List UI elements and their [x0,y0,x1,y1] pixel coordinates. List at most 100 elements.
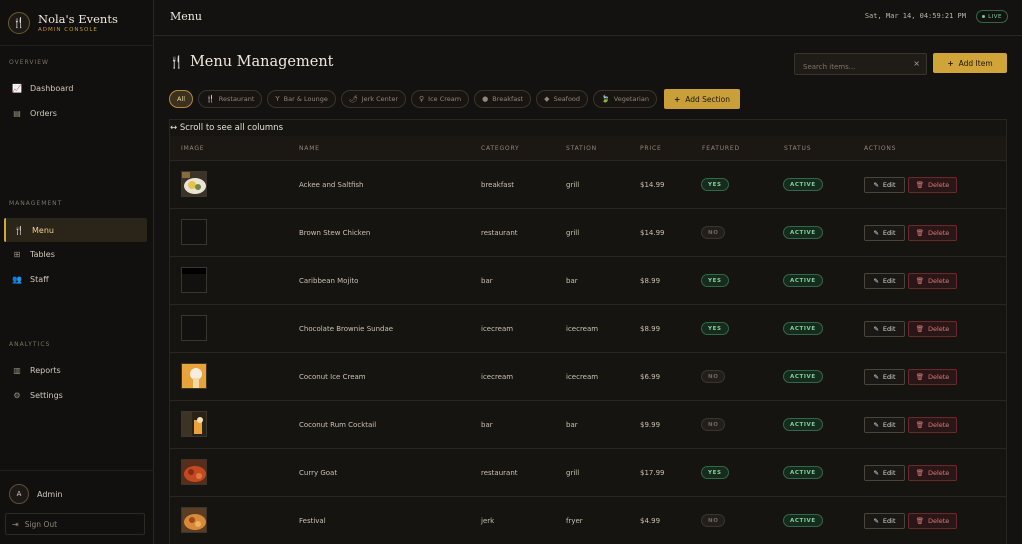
table-row[interactable]: Coconut Ice Cream icecream icecream $6.99 NO… [170,353,1006,401]
filter-chip-label: Ice Cream [428,95,462,103]
filter-chip-bar-lounge[interactable]: Y Bar & Lounge [267,90,336,108]
edit-icon: ✎ [873,517,879,525]
user-profile[interactable]: A Admin [9,484,63,504]
filter-chip-all[interactable]: All [169,90,194,108]
add-section-button[interactable]: + Add Section [663,89,741,109]
table-row[interactable]: Caribbean Mojito bar bar $8.99 YES ACTIVE ✎ Edi… [170,257,1006,305]
sidebar-item-menu[interactable]: 🍴 Menu [4,218,147,242]
delete-label: Delete [927,229,950,237]
edit-button[interactable]: ✎ Edit [864,225,905,241]
status-badge[interactable]: ACTIVE [783,466,823,479]
edit-button[interactable]: ✎ Edit [864,177,905,193]
sign-out-button[interactable]: ⇥ Sign Out [5,513,145,535]
delete-button[interactable]: 🗑 Delete [908,321,957,337]
utensils-icon: 🍴 [14,225,24,235]
featured-badge[interactable]: YES [701,178,729,191]
scroll-hint: ↔ Scroll to see all columns [170,123,284,133]
filter-chip-vegetarian[interactable]: 🍃 Vegetarian [593,90,657,108]
edit-button[interactable]: ✎ Edit [864,465,905,481]
filter-chip-seafood[interactable]: ◆ Seafood [536,90,589,108]
item-image [181,411,207,437]
status-badge[interactable]: ACTIVE [783,322,823,335]
edit-label: Edit [882,469,896,477]
featured-badge[interactable]: YES [701,466,729,479]
edit-button[interactable]: ✎ Edit [864,513,905,529]
item-category: icecream [481,373,514,381]
table-row[interactable]: Curry Goat restaurant grill $17.99 YES ACTIVE… [170,449,1006,497]
delete-label: Delete [927,277,950,285]
item-image [181,315,207,341]
delete-button[interactable]: 🗑 Delete [908,369,957,385]
featured-badge[interactable]: NO [701,418,726,431]
item-image [181,507,207,533]
column-header-actions: ACTIONS [864,145,897,152]
egg-icon: ● [482,95,489,103]
clear-icon[interactable]: × [913,59,920,68]
filter-chip-jerk-center[interactable]: 🌶 Jerk Center [340,90,407,108]
sidebar-item-settings[interactable]: ⚙ Settings [4,383,147,407]
sidebar-item-tables[interactable]: ⊞ Tables [4,242,147,266]
table-row[interactable]: Ackee and Saltfish breakfast grill $14.99 YE… [170,161,1006,209]
status-badge[interactable]: ACTIVE [783,418,823,431]
section-label-management: MANAGEMENT [9,200,63,207]
delete-label: Delete [927,517,950,525]
topbar: Menu Sat, Mar 14, 04:59:21 PM LIVE [154,0,1022,36]
sidebar-item-reports[interactable]: ▥ Reports [4,358,147,382]
menu-table[interactable]: ↔ Scroll to see all columns IMAGE NAME C… [169,119,1007,544]
table-row[interactable]: Festival jerk fryer $4.99 NO ACTIVE ✎ Edit 🗑 Dele… [170,497,1006,544]
edit-button[interactable]: ✎ Edit [864,273,905,289]
edit-label: Edit [882,181,896,189]
filter-chip-ice-cream[interactable]: ♀ Ice Cream [411,90,470,108]
item-price: $14.99 [640,229,665,237]
section-label-overview: OVERVIEW [9,59,49,66]
status-badge[interactable]: ACTIVE [783,370,823,383]
plus-icon: + [673,94,681,104]
delete-button[interactable]: 🗑 Delete [908,513,957,529]
delete-button[interactable]: 🗑 Delete [908,177,957,193]
trash-icon: 🗑 [915,469,924,477]
status-badge[interactable]: ACTIVE [783,178,823,191]
featured-badge[interactable]: NO [701,514,726,527]
item-station: bar [566,421,578,429]
delete-button[interactable]: 🗑 Delete [908,225,957,241]
featured-badge[interactable]: YES [701,322,729,335]
table-row[interactable]: Brown Stew Chicken restaurant grill $14.99 N… [170,209,1006,257]
edit-button[interactable]: ✎ Edit [864,417,905,433]
sidebar-item-staff[interactable]: 👥 Staff [4,267,147,291]
status-badge[interactable]: ACTIVE [783,514,823,527]
table-row[interactable]: Chocolate Brownie Sundae icecream icecream… [170,305,1006,353]
brand[interactable]: 🍴 Nola's Events ADMIN CONSOLE [8,12,118,34]
users-icon: 👥 [12,274,22,284]
delete-button[interactable]: 🗑 Delete [908,273,957,289]
item-station: icecream [566,325,599,333]
sidebar-item-label: Menu [32,225,54,235]
filter-chip-label: Seafood [553,95,581,103]
table-row[interactable]: Coconut Rum Cocktail bar bar $9.99 NO ACTIVE ✎… [170,401,1006,449]
add-item-button[interactable]: + Add Item [933,53,1007,73]
item-name: Coconut Rum Cocktail [299,421,377,429]
featured-badge[interactable]: NO [701,226,726,239]
sidebar-item-orders[interactable]: ▤ Orders [4,101,147,125]
filter-chip-breakfast[interactable]: ● Breakfast [474,90,532,108]
item-category: jerk [481,517,495,525]
featured-badge[interactable]: NO [701,370,726,383]
section-label-analytics: ANALYTICS [9,341,51,348]
item-name: Brown Stew Chicken [299,229,371,237]
edit-button[interactable]: ✎ Edit [864,321,905,337]
gear-icon: ⚙ [13,390,21,400]
status-badge[interactable]: ACTIVE [783,226,823,239]
delete-button[interactable]: 🗑 Delete [908,465,957,481]
status-badge[interactable]: ACTIVE [783,274,823,287]
filter-chip-restaurant[interactable]: 🍴 Restaurant [198,90,263,108]
search-input[interactable] [795,57,905,77]
item-station: fryer [566,517,583,525]
featured-badge[interactable]: YES [701,274,729,287]
sidebar-item-dashboard[interactable]: 📈 Dashboard [4,76,147,100]
trash-icon: 🗑 [915,325,924,333]
item-category: icecream [481,325,514,333]
edit-icon: ✎ [873,229,879,237]
edit-button[interactable]: ✎ Edit [864,369,905,385]
delete-button[interactable]: 🗑 Delete [908,417,957,433]
filter-chip-label: Jerk Center [361,95,399,103]
search-box[interactable]: × [794,53,927,77]
